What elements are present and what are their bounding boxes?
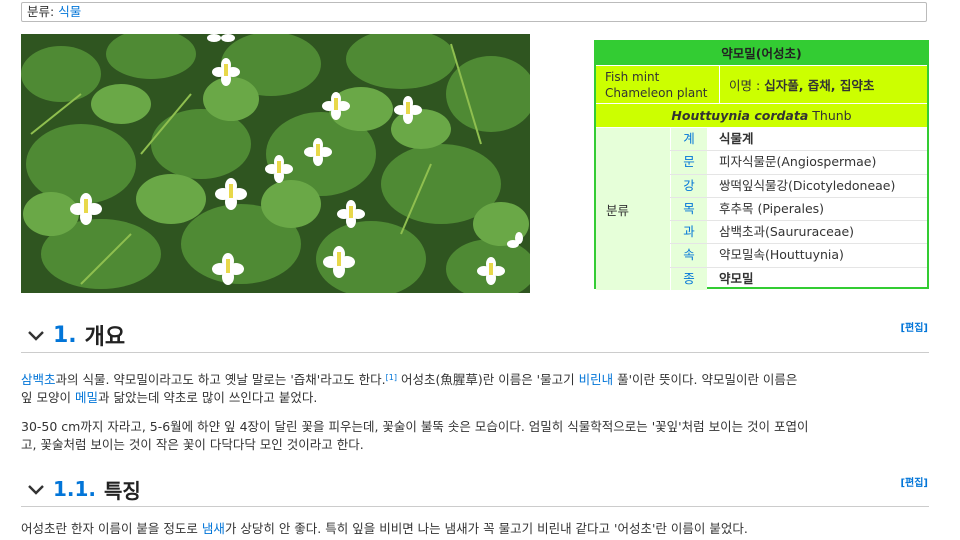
- rank-value-class: 쌍떡잎식물강(Dicotyledoneae): [719, 177, 896, 193]
- p1-text-5: 과 닮았는데 약초로 많이 쓰인다고 붙었다.: [97, 390, 318, 405]
- infobox: 약모밀(어성초) Fish mint Chameleon plant 이명 : …: [594, 40, 929, 290]
- p1-text-4: 잎 모양이: [21, 390, 75, 405]
- rank-link-genus[interactable]: 속: [670, 244, 707, 267]
- rank-value-division: 피자식물문(Angiospermae): [719, 154, 877, 170]
- section-1-heading[interactable]: 1. 개요: [21, 318, 929, 353]
- section-1-1-edit-link[interactable]: [편집]: [900, 474, 928, 489]
- rank-link-order[interactable]: 목: [670, 197, 707, 221]
- houttuynia-photo-illustration: [21, 34, 530, 293]
- rank-value-family: 삼백초과(Saururaceae): [719, 224, 855, 240]
- infobox-names-row: Fish mint Chameleon plant 이명 : 십자풀, 즙채, …: [596, 65, 927, 103]
- rank-value-species: 약모밀: [719, 270, 754, 286]
- infobox-title: 약모밀(어성초): [596, 42, 927, 65]
- p1-text-3: 풀'이란 뜻이다. 약모밀이란 이름은: [613, 372, 798, 387]
- scientific-name-row: Houttuynia cordata Thunb: [596, 103, 927, 127]
- rank-row-family: 과 삼백초과(Saururaceae): [670, 220, 927, 244]
- s11-text-2: 가 상당히 안 좋다. 특히 잎을 비비면 나는 냄새가 꼭 물고기 비린내 같…: [224, 521, 748, 536]
- section-1-paragraph-2: 30-50 cm까지 자라고, 5-6월에 하얀 잎 4장이 달린 꽃을 피우는…: [21, 418, 931, 454]
- rank-value-kingdom: 식물계: [719, 131, 754, 146]
- link-saururus[interactable]: 삼백초: [21, 372, 56, 387]
- rank-value-order: 후추목 (Piperales): [719, 200, 825, 216]
- scientific-name: Houttuynia cordata: [671, 108, 809, 123]
- p2-line-1: 30-50 cm까지 자라고, 5-6월에 하얀 잎 4장이 달린 꽃을 피우는…: [21, 419, 809, 434]
- english-name-1: Fish mint: [605, 70, 660, 84]
- rank-row-genus: 속 약모밀속(Houttuynia): [670, 243, 927, 267]
- section-1-1-paragraph: 어성초란 한자 이름이 붙을 정도로 냄새가 상당히 안 좋다. 특히 잎을 비…: [21, 520, 931, 538]
- chevron-down-icon[interactable]: [25, 479, 47, 499]
- section-1-1-number: 1.1.: [53, 477, 97, 501]
- section-1-1-heading[interactable]: 1.1. 특징: [21, 472, 929, 507]
- alias-label: 이명 :: [729, 78, 761, 93]
- rank-row-division: 문 피자식물문(Angiospermae): [670, 150, 927, 174]
- rank-link-family[interactable]: 과: [670, 221, 707, 244]
- rank-link-division[interactable]: 문: [670, 151, 707, 174]
- rank-row-order: 목 후추목 (Piperales): [670, 196, 927, 221]
- chevron-down-icon[interactable]: [25, 325, 47, 345]
- p1-text-2: 어성초(魚腥草)란 이름은 '물고기: [397, 372, 579, 387]
- p1-text-1: 과의 식물. 약모밀이라고도 하고 옛날 말로는 '즙채'라고도 한다.: [55, 372, 386, 387]
- section-1-title: 개요: [84, 325, 126, 350]
- alias-cell: 이명 : 십자풀, 즙채, 집약초: [719, 66, 927, 103]
- english-names: Fish mint Chameleon plant: [596, 66, 719, 103]
- section-1-number: 1.: [53, 322, 77, 348]
- rank-link-kingdom[interactable]: 계: [670, 128, 707, 151]
- link-buckwheat[interactable]: 메밀: [75, 390, 98, 405]
- rank-row-species: 종 약모밀: [670, 266, 927, 290]
- classification-block: 분류 계 식물계 문 피자식물문(Angiospermae) 강 쌍떡잎식물강(…: [596, 127, 927, 290]
- scientific-author: Thunb: [808, 108, 852, 123]
- category-link-plant[interactable]: 식물: [58, 4, 81, 19]
- section-1-edit-link[interactable]: [편집]: [900, 319, 928, 334]
- classification-rows: 계 식물계 문 피자식물문(Angiospermae) 강 쌍떡잎식물강(Dic…: [670, 128, 927, 290]
- rank-value-genus: 약모밀속(Houttuynia): [719, 247, 844, 263]
- rank-link-species[interactable]: 종: [670, 267, 707, 290]
- rank-row-kingdom: 계 식물계: [670, 128, 927, 151]
- category-label: 분류:: [27, 4, 59, 19]
- section-1-1-title: 특징: [104, 478, 141, 503]
- link-smell[interactable]: 냄새: [202, 521, 225, 536]
- link-fishy-smell[interactable]: 비린내: [579, 372, 614, 387]
- plant-photo[interactable]: [21, 34, 530, 293]
- classification-label: 분류: [596, 128, 670, 290]
- s11-text-1: 어성초란 한자 이름이 붙을 정도로: [21, 521, 202, 536]
- footnote-ref-1[interactable]: [1]: [386, 373, 397, 382]
- rank-link-class[interactable]: 강: [670, 174, 707, 197]
- rank-row-class: 강 쌍떡잎식물강(Dicotyledoneae): [670, 173, 927, 197]
- english-name-2: Chameleon plant: [605, 86, 708, 100]
- section-1-paragraph-1: 삼백초과의 식물. 약모밀이라고도 하고 옛날 말로는 '즙채'라고도 한다.[…: [21, 371, 931, 407]
- p2-line-2: 고, 꽃술처럼 보이는 것이 작은 꽃이 다닥다닥 모인 것이라고 한다.: [21, 437, 364, 452]
- category-bar: 분류: 식물: [21, 2, 927, 22]
- alias-value: 십자풀, 즙채, 집약초: [764, 78, 875, 93]
